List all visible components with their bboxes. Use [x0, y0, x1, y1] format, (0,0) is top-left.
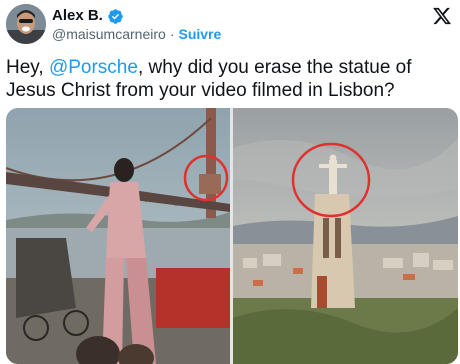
cristo-rei-statue-photo[interactable] [233, 108, 458, 364]
author-handle[interactable]: @maisumcarneiro [52, 26, 166, 42]
x-logo-icon[interactable] [432, 6, 452, 26]
tweet-text: Hey, @Porsche, why did you erase the sta… [6, 56, 452, 102]
avatar[interactable] [6, 4, 46, 44]
porsche-video-frame-bridge[interactable] [6, 108, 230, 364]
mention-link[interactable]: @Porsche [49, 57, 138, 78]
author-handle-row: @maisumcarneiro · Suivre [52, 26, 221, 43]
tweet-card: Alex B. @maisumcarneiro · Suivre Hey, @Por… [0, 0, 460, 364]
author-name-row: Alex B. [52, 7, 124, 25]
media-grid [6, 108, 458, 364]
author-display-name[interactable]: Alex B. [52, 7, 103, 25]
follow-button[interactable]: Suivre [178, 26, 221, 42]
verified-badge-icon [108, 8, 123, 24]
separator-dot: · [169, 26, 175, 42]
tweet-greeting: Hey, [6, 57, 44, 78]
